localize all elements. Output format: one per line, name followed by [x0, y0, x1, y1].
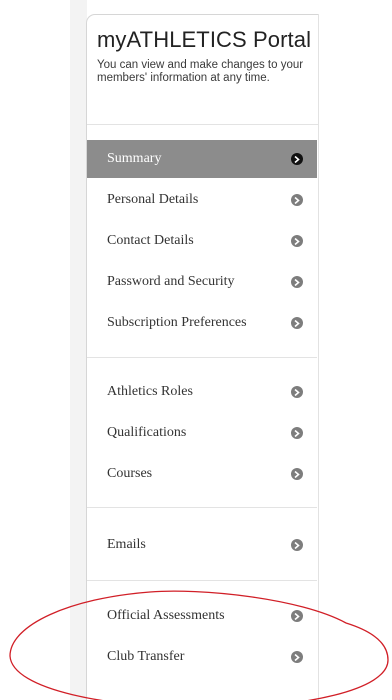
red-ellipse-annotation [9, 590, 389, 700]
annotation-ellipse-path [9, 590, 389, 700]
